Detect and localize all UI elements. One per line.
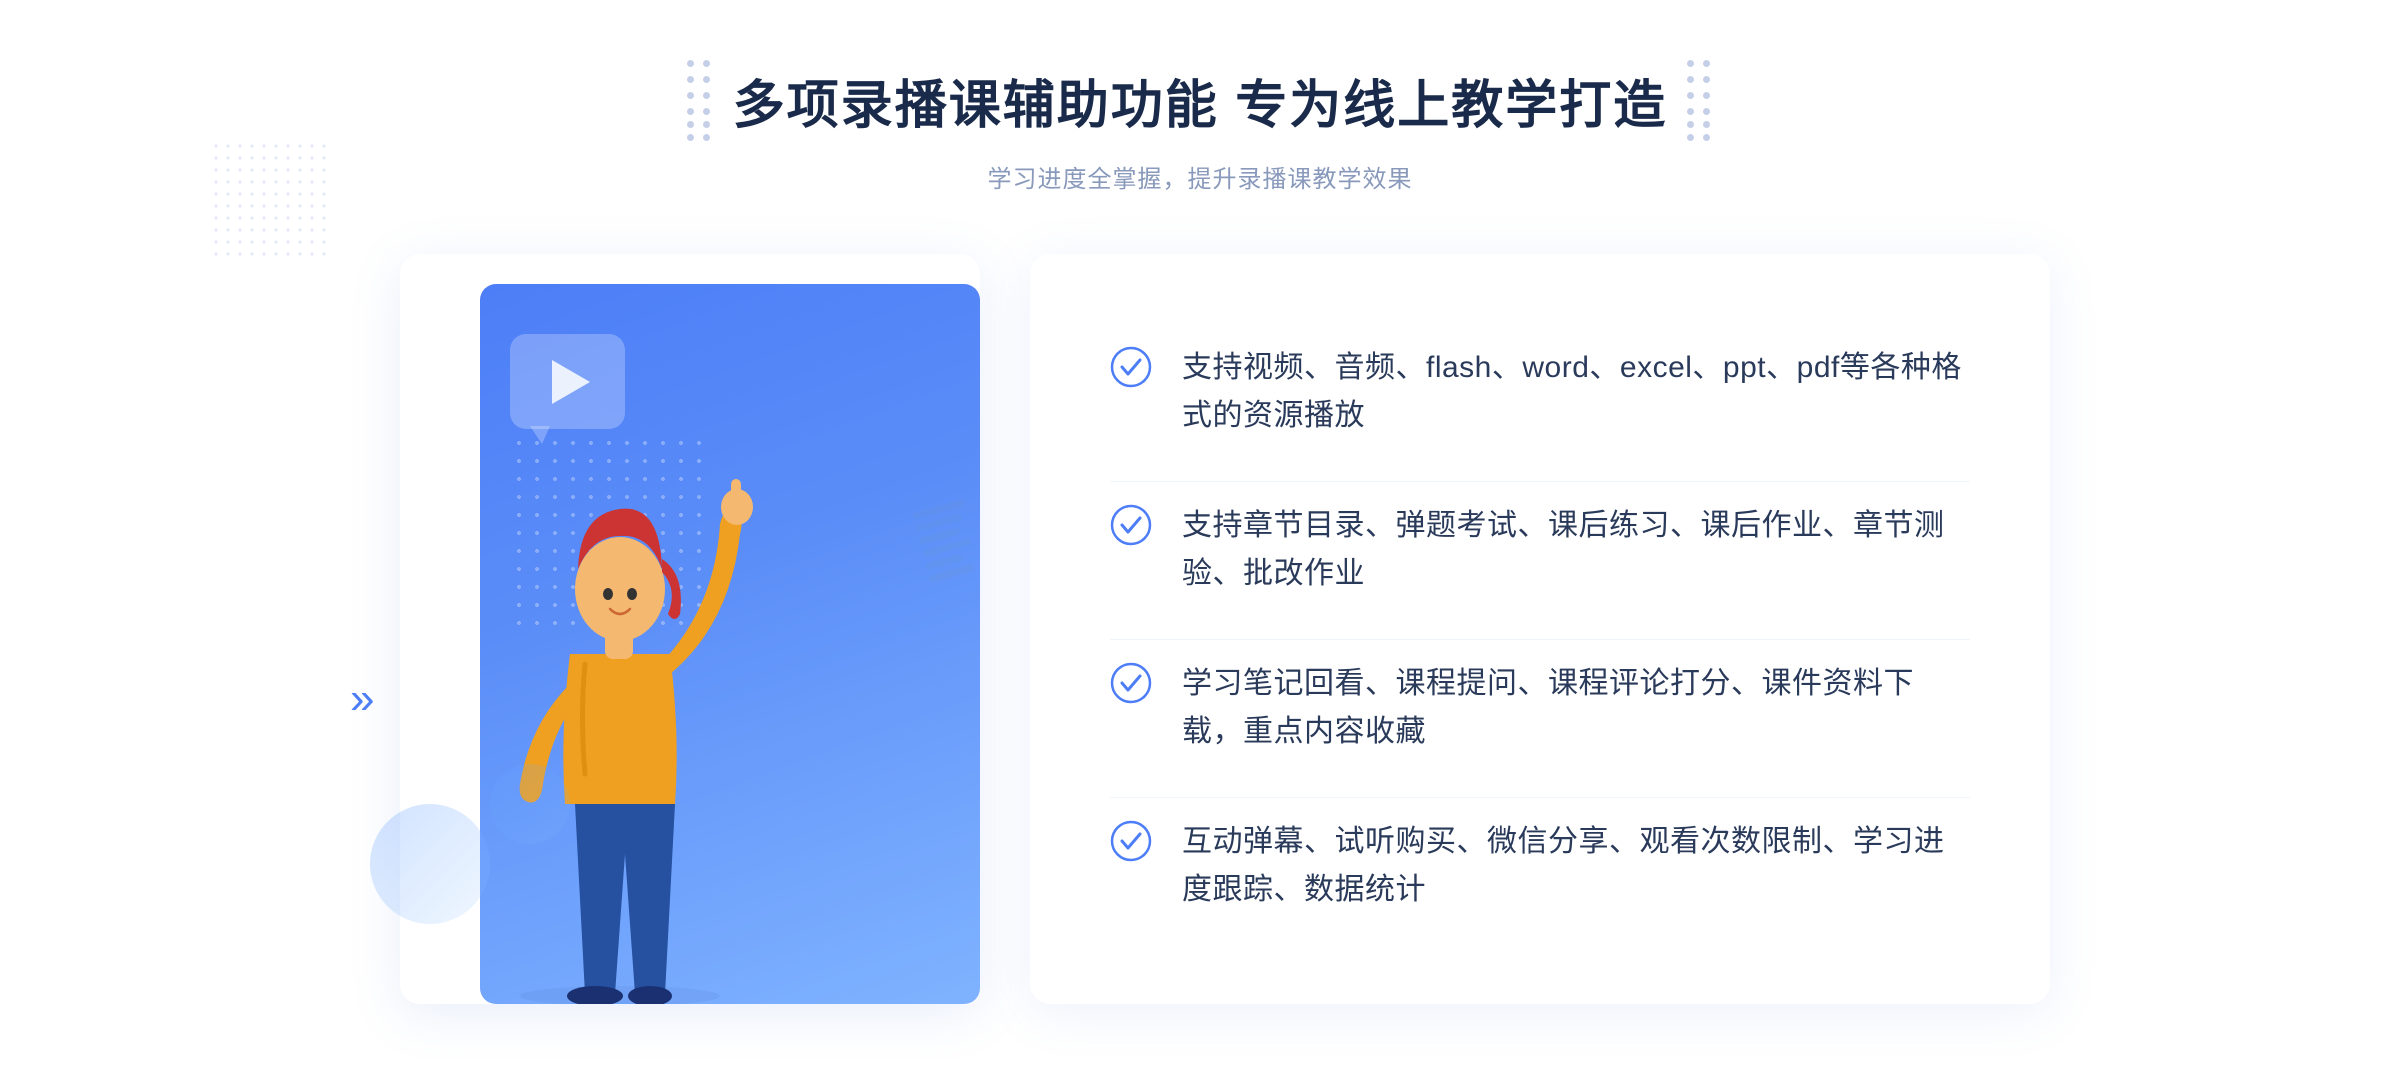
feature-text-2: 支持章节目录、弹题考试、课后练习、课后作业、章节测验、批改作业 xyxy=(1182,502,1970,598)
page-title: 多项录播课辅助功能 专为线上教学打造 xyxy=(733,63,1667,138)
feature-text-1: 支持视频、音频、flash、word、excel、ppt、pdf等各种格式的资源… xyxy=(1182,344,1970,440)
page-subtitle: 学习进度全掌握，提升录播课教学效果 xyxy=(687,159,1713,194)
left-arrows-decoration: » xyxy=(350,674,374,724)
feature-text-3: 学习笔记回看、课程提问、课程评论打分、课件资料下载，重点内容收藏 xyxy=(1182,660,1970,756)
main-content: » xyxy=(350,254,2050,1004)
page-container: 多项录播课辅助功能 专为线上教学打造 学习进度全掌握，提升录播课教学效果 » xyxy=(0,0,2400,1084)
right-dot-decoration xyxy=(1687,60,1713,141)
feature-item-2: 支持章节目录、弹题考试、课后练习、课后作业、章节测验、批改作业 xyxy=(1110,481,1970,618)
left-dot-decoration xyxy=(687,60,713,141)
features-panel: 支持视频、音频、flash、word、excel、ppt、pdf等各种格式的资源… xyxy=(1030,254,2050,1004)
play-triangle-icon xyxy=(552,360,590,404)
circle-decoration-2 xyxy=(490,764,570,844)
check-icon-1 xyxy=(1110,346,1152,388)
feature-item-3: 学习笔记回看、课程提问、课程评论打分、课件资料下载，重点内容收藏 xyxy=(1110,639,1970,776)
check-icon-2 xyxy=(1110,504,1152,546)
circle-decoration-1 xyxy=(370,804,490,924)
check-icon-3 xyxy=(1110,662,1152,704)
check-icon-4 xyxy=(1110,820,1152,862)
header-section: 多项录播课辅助功能 专为线上教学打造 学习进度全掌握，提升录播课教学效果 xyxy=(687,60,1713,194)
feature-item-1: 支持视频、音频、flash、word、excel、ppt、pdf等各种格式的资源… xyxy=(1110,324,1970,460)
person-illustration xyxy=(430,424,810,1004)
play-bubble xyxy=(510,334,625,429)
header-title-row: 多项录播课辅助功能 专为线上教学打造 xyxy=(687,60,1713,141)
feature-item-4: 互动弹幕、试听购买、微信分享、观看次数限制、学习进度跟踪、数据统计 xyxy=(1110,797,1970,934)
feature-text-4: 互动弹幕、试听购买、微信分享、观看次数限制、学习进度跟踪、数据统计 xyxy=(1182,818,1970,914)
illustration-area: » xyxy=(350,254,1030,1004)
